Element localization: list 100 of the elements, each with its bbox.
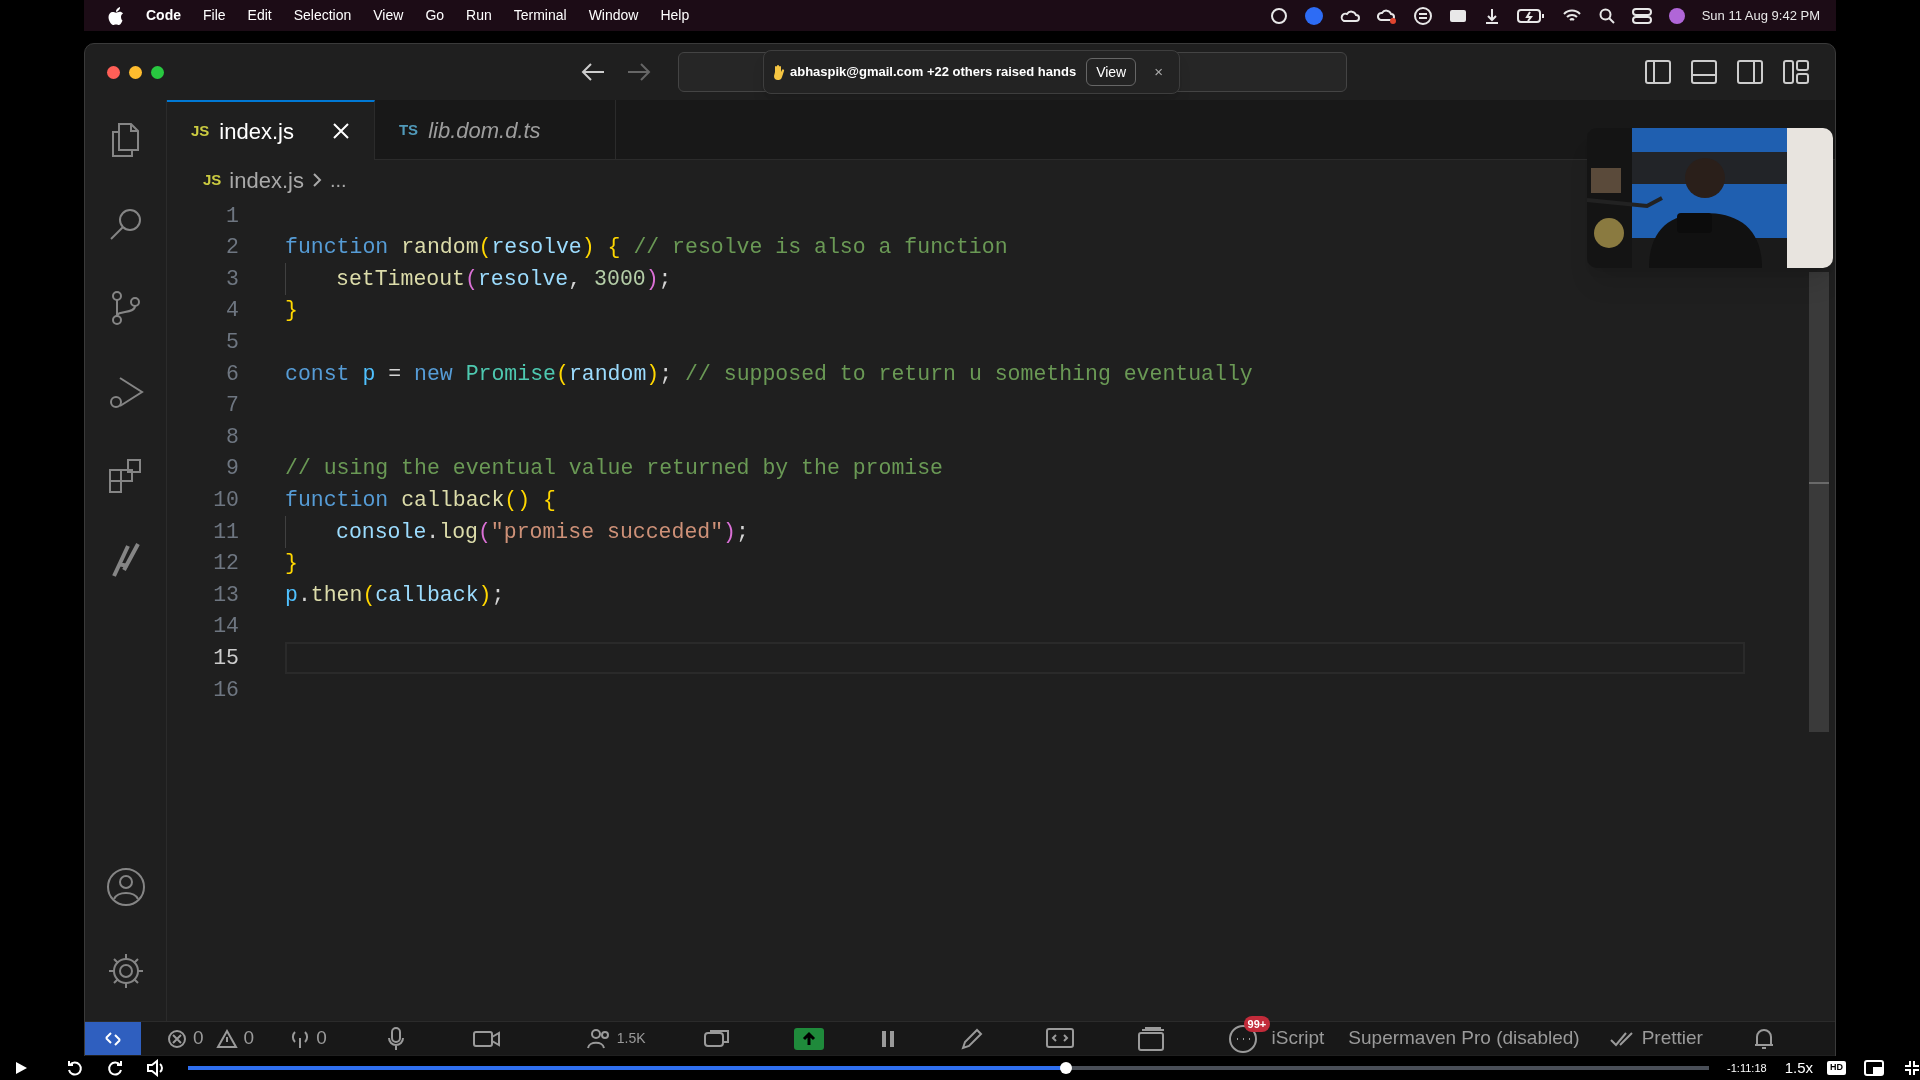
menu-item[interactable]: Edit xyxy=(247,5,272,26)
file-type-label: JS xyxy=(191,120,210,141)
minimize-window-button[interactable] xyxy=(129,65,142,79)
forward-arrow-icon[interactable] xyxy=(626,62,652,82)
participant-count[interactable]: 1.5K xyxy=(616,1028,646,1049)
editor-tab[interactable]: JS index.js xyxy=(167,100,375,160)
language-mode[interactable]: iScript xyxy=(1271,1024,1325,1053)
time-remaining: -1:11:18 xyxy=(1727,1060,1767,1076)
editor-tab[interactable]: TS lib.dom.d.ts xyxy=(374,100,616,160)
chevron-right-icon xyxy=(311,172,322,188)
menu-item[interactable]: Window xyxy=(588,5,639,26)
line-number: 16 xyxy=(212,676,239,704)
line-number: 5 xyxy=(225,329,239,357)
file-type-label: JS xyxy=(203,169,222,190)
menu-item[interactable]: Help xyxy=(660,5,690,26)
app-name[interactable]: Code xyxy=(146,5,181,26)
code-line: function random(resolve) { // resolve is also a function xyxy=(285,234,1008,262)
apps-icon[interactable] xyxy=(1137,1026,1166,1051)
quality-badge[interactable]: HD xyxy=(1827,1061,1846,1075)
microphone-icon[interactable] xyxy=(386,1025,405,1052)
playback-speed-button[interactable]: 1.5x xyxy=(1784,1056,1813,1080)
back-arrow-icon[interactable] xyxy=(580,62,606,82)
window-icon[interactable] xyxy=(1448,8,1467,23)
control-center-icon[interactable] xyxy=(1631,7,1652,24)
close-window-button[interactable] xyxy=(107,65,120,79)
search-icon[interactable] xyxy=(1598,7,1615,24)
zoom-app-icon[interactable] xyxy=(1304,6,1323,25)
scrollbar[interactable] xyxy=(1809,272,1829,732)
code-line: console.log("promise succeded"); xyxy=(336,518,749,546)
play-icon[interactable] xyxy=(14,1061,28,1075)
bell-icon[interactable] xyxy=(1752,1026,1775,1051)
tab-label: lib.dom.d.ts xyxy=(428,116,541,145)
account-icon[interactable] xyxy=(105,867,146,907)
view-button[interactable]: View xyxy=(1086,58,1137,86)
grid-circle-icon[interactable] xyxy=(1413,6,1432,25)
error-icon[interactable] xyxy=(167,1028,187,1049)
status-item[interactable]: Prettier xyxy=(1641,1024,1703,1053)
battery-icon[interactable] xyxy=(1516,8,1545,23)
double-check-icon xyxy=(1609,1029,1636,1048)
notification-text: abhaspik@gmail.com +22 others raised hands xyxy=(790,63,1077,82)
line-number: 1 xyxy=(225,202,239,230)
pause-icon[interactable] xyxy=(879,1028,896,1049)
video-camera-icon[interactable] xyxy=(472,1028,501,1049)
line-number: 7 xyxy=(225,392,239,420)
tab-label: index.js xyxy=(219,117,294,146)
code-line: function callback() { xyxy=(285,487,556,514)
error-count[interactable]: 0 xyxy=(193,1024,204,1053)
picture-in-picture-icon[interactable] xyxy=(1864,1060,1884,1076)
code-line: } xyxy=(285,297,298,325)
customize-layout-icon[interactable] xyxy=(1783,60,1809,84)
remote-button[interactable] xyxy=(85,1022,141,1055)
remote-icon xyxy=(104,1029,122,1048)
status-item[interactable]: Supermaven Pro (disabled) xyxy=(1348,1024,1580,1053)
menu-item[interactable]: Terminal xyxy=(513,5,567,26)
progress-thumb[interactable] xyxy=(1059,1062,1072,1074)
remote-control-icon[interactable] xyxy=(1045,1027,1074,1050)
code-line: const p = new Promise(random); // supposed to return u something eventually xyxy=(285,360,1253,388)
annotate-pen-icon[interactable] xyxy=(959,1026,984,1051)
breadcrumb-more[interactable]: ... xyxy=(329,165,347,195)
line-number: 8 xyxy=(225,423,239,451)
download-icon[interactable] xyxy=(1483,6,1500,25)
share-screen-icon[interactable] xyxy=(793,1027,824,1050)
line-number: 15 xyxy=(212,645,239,672)
forward-icon[interactable] xyxy=(106,1059,124,1077)
volume-icon[interactable] xyxy=(146,1059,166,1077)
wifi-icon[interactable] xyxy=(1561,7,1582,24)
toggle-secondary-sidebar-icon[interactable] xyxy=(1737,60,1763,84)
ports-count[interactable]: 0 xyxy=(316,1024,327,1053)
line-number: 6 xyxy=(225,360,239,388)
line-number: 10 xyxy=(212,487,239,514)
menu-item[interactable]: Run xyxy=(466,5,492,26)
dismiss-button[interactable]: × xyxy=(1146,60,1171,84)
participants-icon[interactable] xyxy=(586,1027,611,1050)
menu-item[interactable]: Go xyxy=(425,5,445,26)
breadcrumb-file[interactable]: index.js xyxy=(229,163,304,197)
apple-logo-icon[interactable] xyxy=(108,6,124,25)
menu-item[interactable]: View xyxy=(373,5,404,26)
replay-icon[interactable] xyxy=(66,1059,84,1077)
search-box[interactable]: abhaspik@gmail.com +22 others raised hands View × xyxy=(678,52,1347,92)
warning-count[interactable]: 0 xyxy=(243,1024,255,1053)
code-line: } xyxy=(285,550,298,578)
line-number: 4 xyxy=(225,297,239,325)
warning-icon[interactable] xyxy=(215,1028,238,1049)
menu-item[interactable]: File xyxy=(203,5,226,26)
close-tab-icon[interactable] xyxy=(331,122,350,140)
clock[interactable]: Sun 11 Aug 9:42 PM xyxy=(1701,5,1820,26)
line-number: 3 xyxy=(225,265,239,293)
toggle-primary-sidebar-icon[interactable] xyxy=(1645,60,1671,84)
line-number: 13 xyxy=(212,581,239,609)
line-number: 12 xyxy=(212,550,239,578)
exit-fullscreen-icon[interactable] xyxy=(1904,1060,1920,1076)
raised-hand-icon xyxy=(772,64,786,80)
toggle-panel-icon[interactable] xyxy=(1691,60,1717,84)
siri-icon[interactable] xyxy=(1668,7,1685,24)
maximize-window-button[interactable] xyxy=(151,65,164,79)
menu-item[interactable]: Selection xyxy=(293,5,352,26)
line-number: 11 xyxy=(212,518,239,546)
chat-icon[interactable] xyxy=(703,1027,730,1050)
line-number: 9 xyxy=(225,455,239,483)
code-line: p.then(callback); xyxy=(285,581,505,609)
